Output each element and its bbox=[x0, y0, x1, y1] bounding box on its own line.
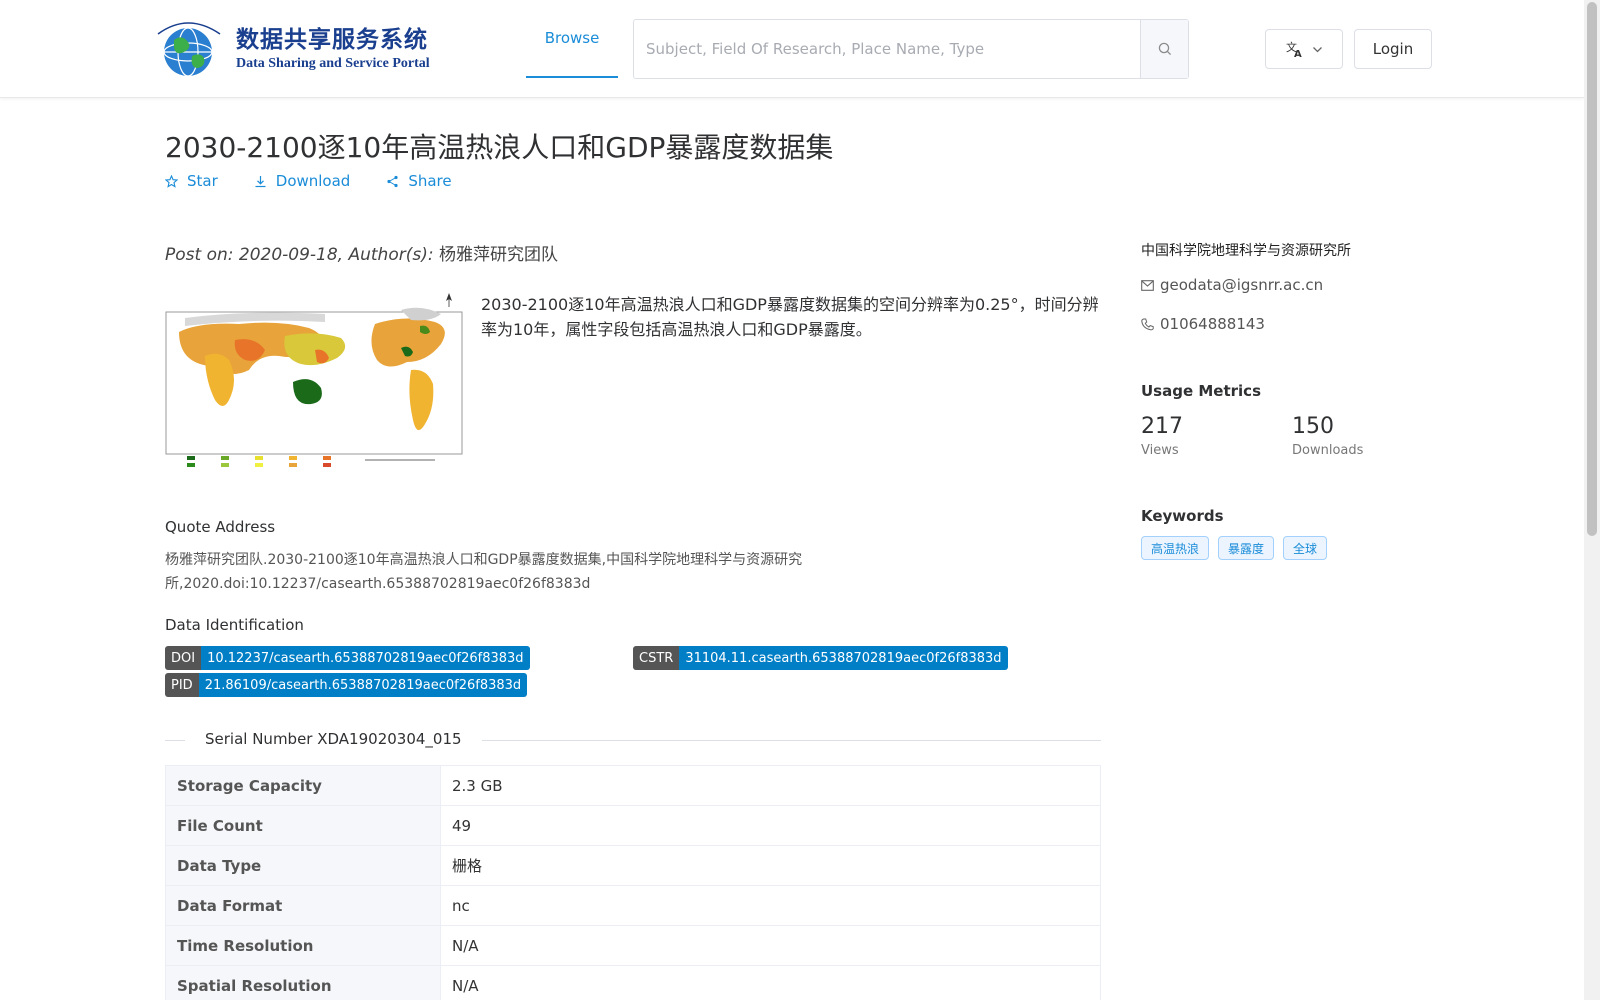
mail-icon bbox=[1141, 279, 1154, 291]
pid-badge[interactable]: PID 21.86109/casearth.65388702819aec0f26… bbox=[165, 673, 528, 697]
pid-badge-value: 21.86109/casearth.65388702819aec0f26f838… bbox=[198, 673, 528, 697]
views-value: 217 bbox=[1141, 414, 1183, 439]
table-row-value: 49 bbox=[440, 805, 1101, 846]
cstr-badge-value: 31104.11.casearth.65388702819aec0f26f838… bbox=[679, 646, 1008, 670]
logo-title-cn: 数据共享服务系统 bbox=[236, 26, 428, 53]
dataset-thumbnail-map[interactable] bbox=[165, 293, 463, 478]
table-row-key: Time Resolution bbox=[165, 925, 441, 966]
search-bar bbox=[633, 19, 1189, 79]
dataset-description: 2030-2100逐10年高温热浪人口和GDP暴露度数据集的空间分辨率为0.25… bbox=[481, 295, 1099, 339]
usage-metrics-title: Usage Metrics bbox=[1141, 382, 1261, 400]
globe-logo-icon bbox=[152, 20, 230, 78]
keyword-tag[interactable]: 全球 bbox=[1283, 536, 1328, 560]
email-text: geodata@igsnrr.ac.cn bbox=[1160, 276, 1324, 294]
post-date-prefix: Post on: 2020-09-18, Author(s): bbox=[165, 245, 434, 265]
nav-browse[interactable]: Browse bbox=[526, 0, 618, 78]
downloads-label: Downloads bbox=[1292, 443, 1364, 458]
cstr-badge[interactable]: CSTR 31104.11.casearth.65388702819aec0f2… bbox=[633, 646, 1008, 670]
organization-name: 中国科学院地理科学与资源研究所 bbox=[1141, 243, 1351, 259]
downloads-value: 150 bbox=[1292, 414, 1334, 439]
table-row: Storage Capacity 2.3 GB bbox=[165, 765, 1101, 806]
post-info: Post on: 2020-09-18, Author(s): 杨雅萍研究团队 bbox=[165, 240, 558, 265]
quote-address-text: 杨雅萍研究团队.2030-2100逐10年高温热浪人口和GDP暴露度数据集,中国… bbox=[165, 552, 803, 592]
doi-badge-value: 10.12237/casearth.65388702819aec0f26f838… bbox=[201, 646, 530, 670]
search-icon bbox=[1158, 42, 1171, 56]
doi-badge-key: DOI bbox=[165, 646, 202, 670]
data-identification-label: Data Identification bbox=[165, 616, 304, 634]
star-button[interactable]: Star bbox=[165, 172, 218, 190]
download-button[interactable]: Download bbox=[254, 172, 351, 190]
pid-badge-key: PID bbox=[165, 673, 199, 697]
page-scrollbar[interactable] bbox=[1584, 0, 1600, 1000]
share-icon bbox=[387, 175, 398, 187]
table-row-key: File Count bbox=[165, 805, 441, 846]
dataset-actions: Star Download Share bbox=[165, 172, 452, 190]
cstr-badge-key: CSTR bbox=[633, 646, 680, 670]
translate-icon: 文 A bbox=[1286, 40, 1302, 58]
star-label: Star bbox=[187, 172, 218, 190]
quote-address-label: Quote Address bbox=[165, 518, 276, 536]
table-row: Data Format nc bbox=[165, 885, 1101, 926]
author-name: 杨雅萍研究团队 bbox=[438, 245, 558, 265]
login-button[interactable]: Login bbox=[1354, 29, 1432, 69]
search-input[interactable] bbox=[634, 20, 1140, 78]
phone-icon bbox=[1141, 318, 1154, 330]
table-row-value: nc bbox=[440, 885, 1101, 926]
table-row-value: N/A bbox=[440, 925, 1101, 966]
dataset-title: 2030-2100逐10年高温热浪人口和GDP暴露度数据集 bbox=[165, 131, 834, 164]
chevron-down-icon bbox=[1312, 46, 1322, 52]
table-row: Time Resolution N/A bbox=[165, 925, 1101, 966]
phone-text: 01064888143 bbox=[1160, 315, 1265, 333]
search-button[interactable] bbox=[1140, 20, 1188, 78]
scrollbar-thumb[interactable] bbox=[1587, 2, 1597, 536]
table-row-key: Storage Capacity bbox=[165, 765, 441, 806]
views-metric: 217 Views bbox=[1141, 414, 1183, 458]
star-icon bbox=[165, 174, 178, 188]
share-label: Share bbox=[408, 172, 452, 190]
table-row-value: 2.3 GB bbox=[440, 765, 1101, 806]
doi-badge[interactable]: DOI 10.12237/casearth.65388702819aec0f26… bbox=[165, 646, 530, 670]
table-row: Data Type 栅格 bbox=[165, 845, 1101, 886]
table-row: Spatial Resolution N/A bbox=[165, 965, 1101, 1000]
keywords-title: Keywords bbox=[1141, 507, 1224, 525]
table-row-key: Spatial Resolution bbox=[165, 965, 441, 1000]
dataset-info-table: Storage Capacity 2.3 GB File Count 49 Da… bbox=[165, 765, 1101, 1000]
table-row-key: Data Format bbox=[165, 885, 441, 926]
keyword-tag[interactable]: 暴露度 bbox=[1218, 536, 1275, 560]
download-icon bbox=[255, 175, 266, 187]
serial-number: Serial Number XDA19020304_015 bbox=[185, 730, 482, 748]
keyword-list: 高温热浪 暴露度 全球 bbox=[1141, 536, 1328, 560]
table-row-value: 栅格 bbox=[440, 845, 1101, 886]
table-row-value: N/A bbox=[440, 965, 1101, 1000]
map-north-arrow-icon bbox=[446, 292, 452, 307]
views-label: Views bbox=[1141, 443, 1179, 458]
download-label: Download bbox=[275, 172, 351, 190]
table-row-key: Data Type bbox=[165, 845, 441, 886]
keyword-tag[interactable]: 高温热浪 bbox=[1141, 536, 1210, 560]
table-row: File Count 49 bbox=[165, 805, 1101, 846]
language-switch-button[interactable]: 文 A bbox=[1265, 29, 1343, 69]
share-button[interactable]: Share bbox=[386, 172, 452, 190]
contact-email[interactable]: geodata@igsnrr.ac.cn bbox=[1141, 276, 1323, 294]
top-header: 数据共享服务系统 Data Sharing and Service Portal… bbox=[0, 0, 1584, 98]
logo-title-en: Data Sharing and Service Portal bbox=[236, 56, 430, 71]
contact-phone: 01064888143 bbox=[1141, 315, 1265, 333]
downloads-metric: 150 Downloads bbox=[1292, 414, 1363, 458]
svg-text:A: A bbox=[1294, 49, 1302, 58]
site-logo[interactable]: 数据共享服务系统 Data Sharing and Service Portal bbox=[152, 20, 430, 78]
